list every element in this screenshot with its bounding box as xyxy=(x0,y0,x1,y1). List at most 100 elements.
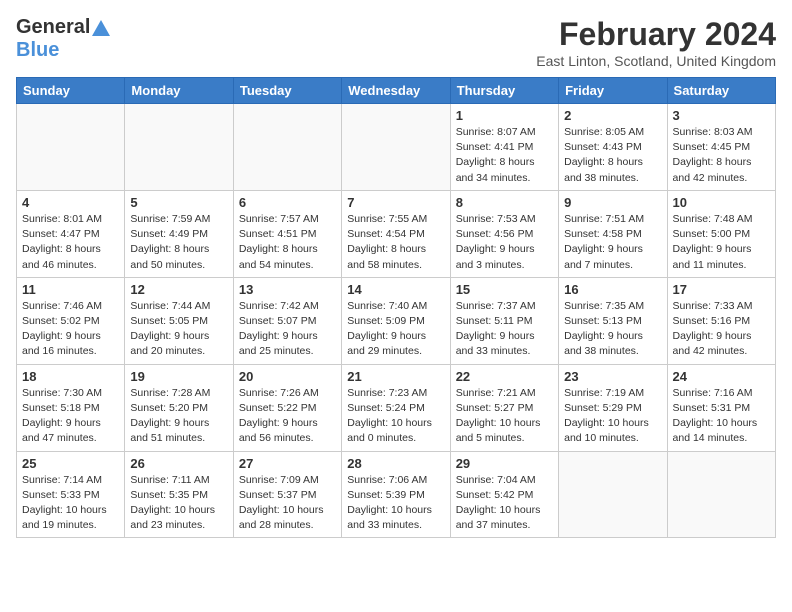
day-number: 2 xyxy=(564,108,661,123)
day-info: Sunrise: 7:55 AM Sunset: 4:54 PM Dayligh… xyxy=(347,212,444,273)
calendar-cell: 25Sunrise: 7:14 AM Sunset: 5:33 PM Dayli… xyxy=(17,451,125,538)
calendar-cell: 17 Sunrise: 7:33 AM Sunset: 5:16 PM Dayli… xyxy=(667,277,775,364)
day-info: Sunrise: 7:40 AM Sunset: 5:09 PM Dayligh… xyxy=(347,299,444,360)
day-info: Sunrise: 7:35 AM Sunset: 5:13 PM Dayligh… xyxy=(564,299,661,360)
day-number: 22 xyxy=(456,369,553,384)
calendar-cell: 13 Sunrise: 7:42 AM Sunset: 5:07 PM Dayli… xyxy=(233,277,341,364)
calendar-cell: 29 Sunrise: 7:04 AM Sunset: 5:42 PM Dayli… xyxy=(450,451,558,538)
calendar-header-friday: Friday xyxy=(559,78,667,104)
calendar-cell: 2 Sunrise: 8:05 AM Sunset: 4:43 PM Daylig… xyxy=(559,104,667,191)
calendar-header-thursday: Thursday xyxy=(450,78,558,104)
calendar-header-row: SundayMondayTuesdayWednesdayThursdayFrid… xyxy=(17,78,776,104)
calendar-header-monday: Monday xyxy=(125,78,233,104)
day-number: 17 xyxy=(673,282,770,297)
day-number: 1 xyxy=(456,108,553,123)
calendar-cell: 8Sunrise: 7:53 AM Sunset: 4:56 PM Daylig… xyxy=(450,190,558,277)
logo: General Blue xyxy=(16,16,110,62)
day-number: 18 xyxy=(22,369,119,384)
day-info: Sunrise: 8:01 AM Sunset: 4:47 PM Dayligh… xyxy=(22,212,119,273)
day-info: Sunrise: 7:16 AM Sunset: 5:31 PM Dayligh… xyxy=(673,386,770,447)
day-number: 27 xyxy=(239,456,336,471)
calendar-cell: 6Sunrise: 7:57 AM Sunset: 4:51 PM Daylig… xyxy=(233,190,341,277)
calendar-cell: 20Sunrise: 7:26 AM Sunset: 5:22 PM Dayli… xyxy=(233,364,341,451)
day-info: Sunrise: 8:05 AM Sunset: 4:43 PM Dayligh… xyxy=(564,125,661,186)
day-number: 4 xyxy=(22,195,119,210)
day-number: 24 xyxy=(673,369,770,384)
day-info: Sunrise: 7:23 AM Sunset: 5:24 PM Dayligh… xyxy=(347,386,444,447)
calendar-header-wednesday: Wednesday xyxy=(342,78,450,104)
calendar-cell: 7 Sunrise: 7:55 AM Sunset: 4:54 PM Daylig… xyxy=(342,190,450,277)
day-number: 14 xyxy=(347,282,444,297)
day-number: 9 xyxy=(564,195,661,210)
day-number: 23 xyxy=(564,369,661,384)
day-info: Sunrise: 7:37 AM Sunset: 5:11 PM Dayligh… xyxy=(456,299,553,360)
location-subtitle: East Linton, Scotland, United Kingdom xyxy=(536,53,776,69)
calendar-cell: 14 Sunrise: 7:40 AM Sunset: 5:09 PM Dayli… xyxy=(342,277,450,364)
day-info: Sunrise: 7:42 AM Sunset: 5:07 PM Dayligh… xyxy=(239,299,336,360)
calendar-cell: 16 Sunrise: 7:35 AM Sunset: 5:13 PM Dayli… xyxy=(559,277,667,364)
day-info: Sunrise: 7:06 AM Sunset: 5:39 PM Dayligh… xyxy=(347,473,444,534)
day-info: Sunrise: 7:33 AM Sunset: 5:16 PM Dayligh… xyxy=(673,299,770,360)
calendar-cell: 28 Sunrise: 7:06 AM Sunset: 5:39 PM Dayli… xyxy=(342,451,450,538)
day-number: 10 xyxy=(673,195,770,210)
day-number: 15 xyxy=(456,282,553,297)
calendar-cell: 4 Sunrise: 8:01 AM Sunset: 4:47 PM Daylig… xyxy=(17,190,125,277)
calendar-cell: 9 Sunrise: 7:51 AM Sunset: 4:58 PM Daylig… xyxy=(559,190,667,277)
calendar-week-row: 1 Sunrise: 8:07 AM Sunset: 4:41 PM Daylig… xyxy=(17,104,776,191)
day-number: 13 xyxy=(239,282,336,297)
calendar-header-sunday: Sunday xyxy=(17,78,125,104)
title-area: February 2024 East Linton, Scotland, Uni… xyxy=(536,16,776,69)
calendar-cell: 26Sunrise: 7:11 AM Sunset: 5:35 PM Dayli… xyxy=(125,451,233,538)
calendar-header-saturday: Saturday xyxy=(667,78,775,104)
day-info: Sunrise: 8:03 AM Sunset: 4:45 PM Dayligh… xyxy=(673,125,770,186)
logo-blue-text: Blue xyxy=(16,39,59,62)
day-info: Sunrise: 7:46 AM Sunset: 5:02 PM Dayligh… xyxy=(22,299,119,360)
calendar-cell: 23 Sunrise: 7:19 AM Sunset: 5:29 PM Dayli… xyxy=(559,364,667,451)
day-info: Sunrise: 7:30 AM Sunset: 5:18 PM Dayligh… xyxy=(22,386,119,447)
day-number: 11 xyxy=(22,282,119,297)
calendar-cell: 27 Sunrise: 7:09 AM Sunset: 5:37 PM Dayli… xyxy=(233,451,341,538)
calendar-week-row: 11 Sunrise: 7:46 AM Sunset: 5:02 PM Dayli… xyxy=(17,277,776,364)
calendar-cell: 1 Sunrise: 8:07 AM Sunset: 4:41 PM Daylig… xyxy=(450,104,558,191)
logo-general-text: General xyxy=(16,16,90,39)
day-number: 12 xyxy=(130,282,227,297)
day-number: 29 xyxy=(456,456,553,471)
day-info: Sunrise: 7:09 AM Sunset: 5:37 PM Dayligh… xyxy=(239,473,336,534)
calendar-table: SundayMondayTuesdayWednesdayThursdayFrid… xyxy=(16,77,776,538)
day-number: 28 xyxy=(347,456,444,471)
day-info: Sunrise: 7:26 AM Sunset: 5:22 PM Dayligh… xyxy=(239,386,336,447)
day-number: 7 xyxy=(347,195,444,210)
month-title: February 2024 xyxy=(536,16,776,53)
day-info: Sunrise: 7:21 AM Sunset: 5:27 PM Dayligh… xyxy=(456,386,553,447)
calendar-cell: 3 Sunrise: 8:03 AM Sunset: 4:45 PM Daylig… xyxy=(667,104,775,191)
day-info: Sunrise: 7:04 AM Sunset: 5:42 PM Dayligh… xyxy=(456,473,553,534)
calendar-cell: 11 Sunrise: 7:46 AM Sunset: 5:02 PM Dayli… xyxy=(17,277,125,364)
day-info: Sunrise: 7:28 AM Sunset: 5:20 PM Dayligh… xyxy=(130,386,227,447)
calendar-header-tuesday: Tuesday xyxy=(233,78,341,104)
calendar-cell xyxy=(17,104,125,191)
calendar-week-row: 25Sunrise: 7:14 AM Sunset: 5:33 PM Dayli… xyxy=(17,451,776,538)
day-number: 5 xyxy=(130,195,227,210)
calendar-cell xyxy=(125,104,233,191)
day-number: 16 xyxy=(564,282,661,297)
calendar-cell xyxy=(233,104,341,191)
day-info: Sunrise: 7:59 AM Sunset: 4:49 PM Dayligh… xyxy=(130,212,227,273)
header: General Blue February 2024 East Linton, … xyxy=(16,16,776,69)
day-number: 3 xyxy=(673,108,770,123)
calendar-cell: 21Sunrise: 7:23 AM Sunset: 5:24 PM Dayli… xyxy=(342,364,450,451)
calendar-cell: 19Sunrise: 7:28 AM Sunset: 5:20 PM Dayli… xyxy=(125,364,233,451)
day-number: 6 xyxy=(239,195,336,210)
calendar-cell xyxy=(559,451,667,538)
calendar-week-row: 4 Sunrise: 8:01 AM Sunset: 4:47 PM Daylig… xyxy=(17,190,776,277)
calendar-week-row: 18 Sunrise: 7:30 AM Sunset: 5:18 PM Dayli… xyxy=(17,364,776,451)
day-info: Sunrise: 7:11 AM Sunset: 5:35 PM Dayligh… xyxy=(130,473,227,534)
day-info: Sunrise: 8:07 AM Sunset: 4:41 PM Dayligh… xyxy=(456,125,553,186)
calendar-cell: 24 Sunrise: 7:16 AM Sunset: 5:31 PM Dayli… xyxy=(667,364,775,451)
calendar-cell: 5 Sunrise: 7:59 AM Sunset: 4:49 PM Daylig… xyxy=(125,190,233,277)
calendar-cell: 22 Sunrise: 7:21 AM Sunset: 5:27 PM Dayli… xyxy=(450,364,558,451)
day-info: Sunrise: 7:19 AM Sunset: 5:29 PM Dayligh… xyxy=(564,386,661,447)
logo-triangle-icon xyxy=(92,20,110,36)
day-info: Sunrise: 7:53 AM Sunset: 4:56 PM Dayligh… xyxy=(456,212,553,273)
day-number: 25 xyxy=(22,456,119,471)
day-info: Sunrise: 7:51 AM Sunset: 4:58 PM Dayligh… xyxy=(564,212,661,273)
